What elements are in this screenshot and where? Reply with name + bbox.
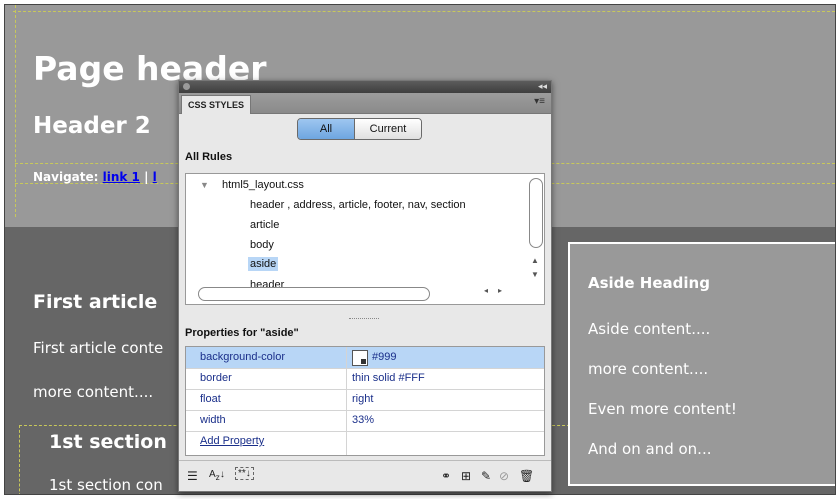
rule-item[interactable]: header , address, article, footer, nav, …: [250, 199, 466, 211]
article-text-1: First article conte: [33, 339, 164, 357]
property-row[interactable]: width 33%: [186, 410, 544, 432]
section-text: 1st section con: [49, 476, 163, 494]
property-value[interactable]: 33%: [352, 414, 374, 426]
property-value[interactable]: right: [352, 393, 373, 405]
nav-label: Navigate:: [33, 170, 99, 184]
vertical-scroll-thumb[interactable]: [529, 178, 543, 248]
rule-item-selected[interactable]: aside: [248, 257, 279, 271]
rule-item[interactable]: article: [250, 219, 279, 231]
show-set-properties-icon[interactable]: **↓: [235, 467, 254, 480]
panel-tabbar: CSS STYLES ▾≡: [179, 93, 551, 114]
collapse-icon[interactable]: ◂◂: [538, 81, 547, 92]
close-icon[interactable]: [183, 83, 190, 90]
header-outline-top: [13, 11, 835, 12]
expand-triangle-icon[interactable]: ▼: [200, 180, 209, 190]
aside-line-2: more content....: [588, 360, 709, 378]
color-swatch-icon[interactable]: [352, 350, 368, 366]
nav-link-1[interactable]: link 1: [103, 170, 140, 184]
nav-link-2[interactable]: l: [153, 170, 157, 184]
attach-stylesheet-icon[interactable]: ⚭: [441, 469, 451, 483]
add-property-link[interactable]: Add Property: [200, 435, 264, 447]
tab-css-styles[interactable]: CSS STYLES: [181, 95, 252, 114]
pane-divider-grip[interactable]: [349, 318, 379, 321]
stylesheet-item[interactable]: html5_layout.css: [222, 179, 304, 191]
column-divider: [346, 347, 347, 455]
css-styles-panel: ◂◂ CSS STYLES ▾≡ All Current All Rules ▼…: [178, 80, 552, 492]
property-name: float: [200, 393, 221, 405]
disable-property-icon[interactable]: ⊘: [499, 469, 509, 483]
property-value[interactable]: thin solid #FFF: [352, 372, 425, 384]
property-name: width: [200, 414, 226, 426]
scroll-up-icon[interactable]: ▲: [531, 256, 539, 265]
aside-line-4: And on and on...: [588, 440, 712, 458]
properties-table: background-color #999 border thin solid …: [185, 346, 545, 456]
scroll-down-icon[interactable]: ▼: [531, 270, 539, 279]
article-title: First article: [33, 291, 158, 313]
horizontal-scroll-thumb[interactable]: [198, 287, 430, 301]
panel-titlebar[interactable]: ◂◂: [179, 81, 551, 93]
all-current-toggle: All Current: [297, 118, 422, 140]
current-button[interactable]: Current: [355, 119, 421, 139]
edit-style-icon[interactable]: ✎: [481, 469, 491, 483]
scroll-left-icon[interactable]: ◂: [484, 286, 488, 295]
header-outline-left: [15, 5, 16, 217]
panel-bottom-toolbar: ☰ Az↓ **↓ ⚭ ⊞ ✎ ⊘ 🗑: [179, 460, 551, 491]
category-view-icon[interactable]: ☰: [187, 469, 198, 483]
properties-label: Properties for "aside": [185, 327, 299, 339]
property-row[interactable]: border thin solid #FFF: [186, 368, 544, 390]
rule-item[interactable]: body: [250, 239, 274, 251]
navigation: Navigate: link 1 | l: [33, 170, 157, 184]
property-value[interactable]: #999: [372, 351, 396, 363]
aside-heading: Aside Heading: [588, 274, 710, 292]
article-text-2: more content....: [33, 383, 154, 401]
panel-options-menu-icon[interactable]: ▾≡: [534, 96, 545, 107]
property-name: background-color: [200, 351, 285, 363]
property-row[interactable]: float right: [186, 389, 544, 411]
rules-horizontal-scrollbar[interactable]: ◂ ▸: [188, 286, 508, 301]
all-button[interactable]: All: [298, 119, 355, 139]
header-2-title: Header 2: [33, 113, 151, 139]
nav-separator: |: [144, 170, 149, 184]
rules-tree: ▼ html5_layout.css header , address, art…: [185, 173, 545, 305]
property-name: border: [200, 372, 232, 384]
aside-line-1: Aside content....: [588, 320, 711, 338]
aside-box: Aside Heading Aside content.... more con…: [568, 242, 835, 486]
section-title: 1st section: [49, 431, 167, 453]
new-css-rule-icon[interactable]: ⊞: [461, 469, 471, 483]
rules-vertical-scrollbar[interactable]: ▲ ▼: [528, 176, 543, 284]
property-row[interactable]: background-color #999: [186, 347, 544, 369]
delete-rule-icon[interactable]: 🗑: [519, 469, 534, 483]
scroll-right-icon[interactable]: ▸: [498, 286, 502, 295]
add-property-row[interactable]: Add Property: [186, 431, 544, 452]
alphabetical-view-icon[interactable]: Az↓: [209, 469, 225, 482]
all-rules-label: All Rules: [185, 151, 233, 163]
aside-line-3: Even more content!: [588, 400, 737, 418]
